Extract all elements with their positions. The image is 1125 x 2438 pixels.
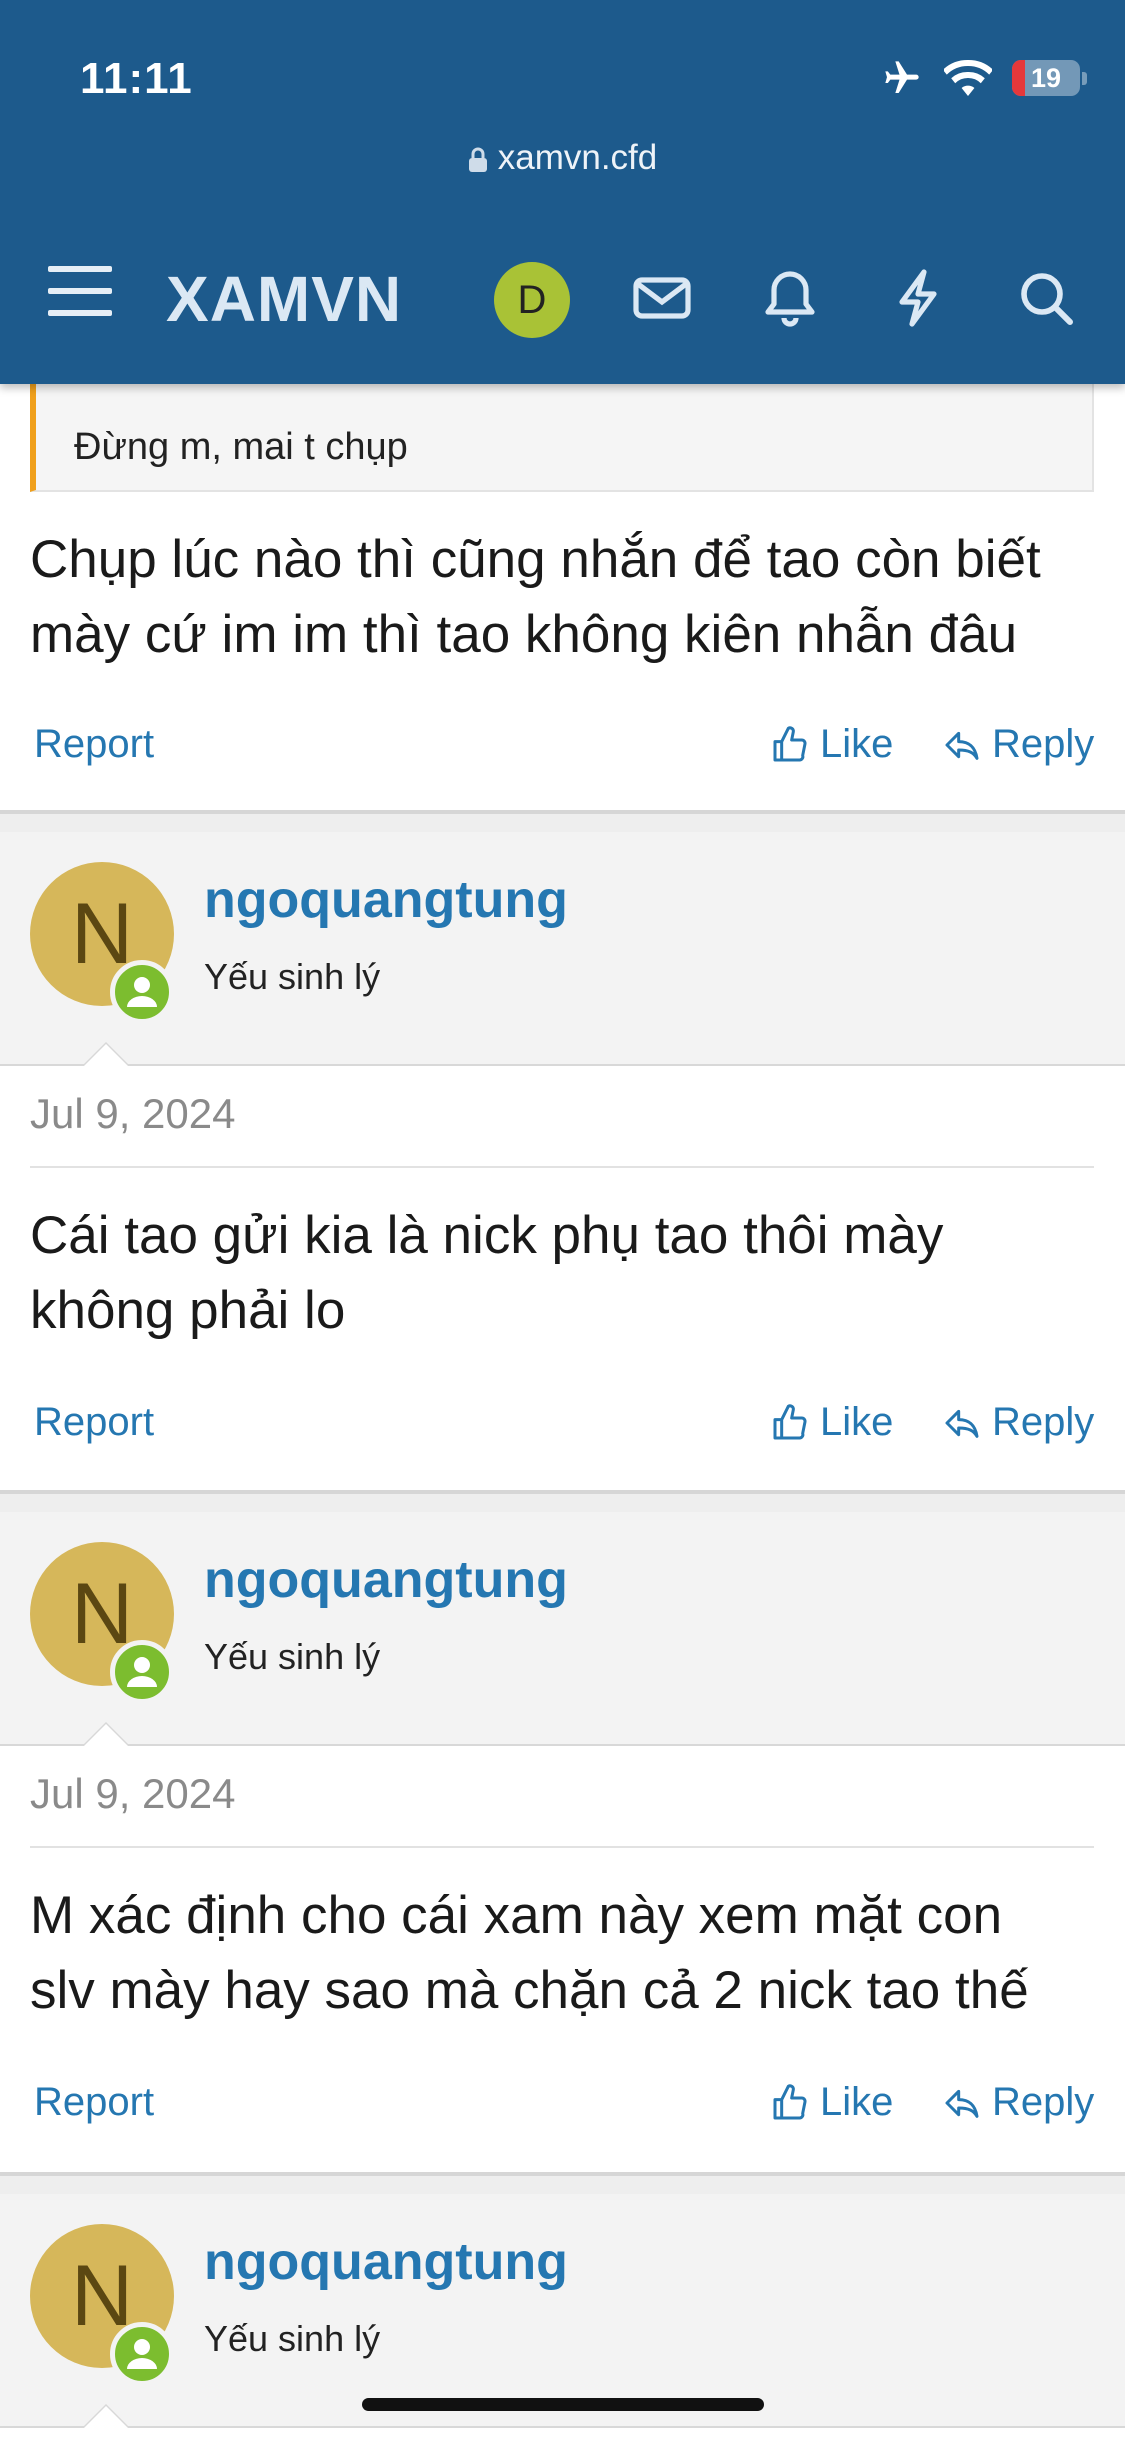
url-text: xamvn.cfd — [497, 138, 658, 177]
online-status-icon — [110, 960, 174, 1024]
search-icon[interactable] — [1014, 266, 1078, 330]
post-date[interactable]: Jul 9, 2024 — [30, 1770, 236, 1818]
post-divider — [0, 810, 1125, 814]
author-name[interactable]: ngoquangtung — [204, 1550, 568, 1610]
report-link[interactable]: Report — [34, 2080, 154, 2125]
pointer-arrow — [82, 2404, 130, 2428]
post-divider — [0, 1490, 1125, 1494]
post-user-header: N ngoquangtung Yếu sinh lý — [0, 1512, 1125, 1746]
battery-indicator: 19 — [1012, 60, 1080, 96]
author-title: Yếu sinh lý — [204, 2318, 381, 2359]
pointer-arrow — [82, 1722, 130, 1746]
like-button[interactable]: Like — [770, 1400, 893, 1445]
report-link[interactable]: Report — [34, 722, 154, 767]
reply-icon — [945, 731, 979, 760]
author-name[interactable]: ngoquangtung — [204, 870, 568, 930]
post-user-header: N ngoquangtung Yếu sinh lý — [0, 832, 1125, 1066]
bell-icon[interactable] — [758, 266, 822, 330]
online-status-icon — [110, 1640, 174, 1704]
date-divider — [30, 1846, 1094, 1848]
reply-button[interactable]: Reply — [942, 722, 1094, 767]
post-text: Chụp lúc nào thì cũng nhắn để tao còn bi… — [30, 530, 1041, 664]
thumbs-up-icon — [773, 2083, 807, 2119]
reply-button[interactable]: Reply — [942, 2080, 1094, 2125]
reply-button[interactable]: Reply — [942, 1400, 1094, 1445]
post-text: M xác định cho cái xam này xem mặt con s… — [30, 1886, 1029, 2020]
status-icons: 19 — [880, 58, 1087, 98]
status-time: 11:11 — [80, 54, 193, 103]
quote-text: Đừng m, mai t chụp — [74, 426, 408, 468]
post-actions: Report Like Reply — [0, 714, 1125, 774]
home-indicator[interactable] — [362, 2398, 764, 2411]
post-message-body — [0, 2428, 1125, 2438]
author-name[interactable]: ngoquangtung — [204, 2232, 568, 2292]
quote-block[interactable]: Đừng m, mai t chụp — [30, 384, 1094, 492]
online-status-icon — [110, 2322, 174, 2386]
menu-icon[interactable] — [48, 266, 112, 322]
lightning-icon[interactable] — [886, 266, 950, 330]
post-divider — [0, 2172, 1125, 2176]
post-message-body: Đừng m, mai t chụp Chụp lúc nào thì cũng… — [0, 384, 1125, 812]
app-header: 11:11 19 xamvn.cfd XAMVN D — [0, 0, 1125, 384]
site-logo[interactable]: XAMVN — [166, 262, 402, 336]
post-text: Cái tao gửi kia là nick phụ tao thôi mày… — [30, 1206, 944, 1340]
user-avatar[interactable]: D — [494, 262, 570, 338]
post-user-header: N ngoquangtung Yếu sinh lý — [0, 2194, 1125, 2428]
nav-bar: XAMVN D — [0, 244, 1125, 344]
wifi-icon — [944, 59, 992, 96]
report-link[interactable]: Report — [34, 1400, 154, 1445]
airplane-icon — [885, 61, 919, 93]
date-divider — [30, 1166, 1094, 1168]
like-button[interactable]: Like — [770, 722, 893, 767]
reply-icon — [945, 1409, 979, 1438]
post-actions: Report Like Reply — [0, 2072, 1125, 2132]
post-message-body: Jul 9, 2024 M xác định cho cái xam này x… — [0, 1746, 1125, 2172]
thumbs-up-icon — [773, 725, 807, 761]
like-button[interactable]: Like — [770, 2080, 893, 2125]
post-date[interactable]: Jul 9, 2024 — [30, 1090, 236, 1138]
battery-tip — [1082, 71, 1087, 85]
lock-icon — [468, 147, 487, 172]
post-message-body: Jul 9, 2024 Cái tao gửi kia là nick phụ … — [0, 1066, 1125, 1490]
address-bar[interactable]: xamvn.cfd — [0, 138, 1125, 178]
mail-icon[interactable] — [630, 266, 694, 330]
author-title: Yếu sinh lý — [204, 956, 381, 997]
post-actions: Report Like Reply — [0, 1392, 1125, 1452]
author-title: Yếu sinh lý — [204, 1636, 381, 1677]
reply-icon — [945, 2089, 979, 2118]
thumbs-up-icon — [773, 1403, 807, 1439]
pointer-arrow — [82, 1042, 130, 1066]
